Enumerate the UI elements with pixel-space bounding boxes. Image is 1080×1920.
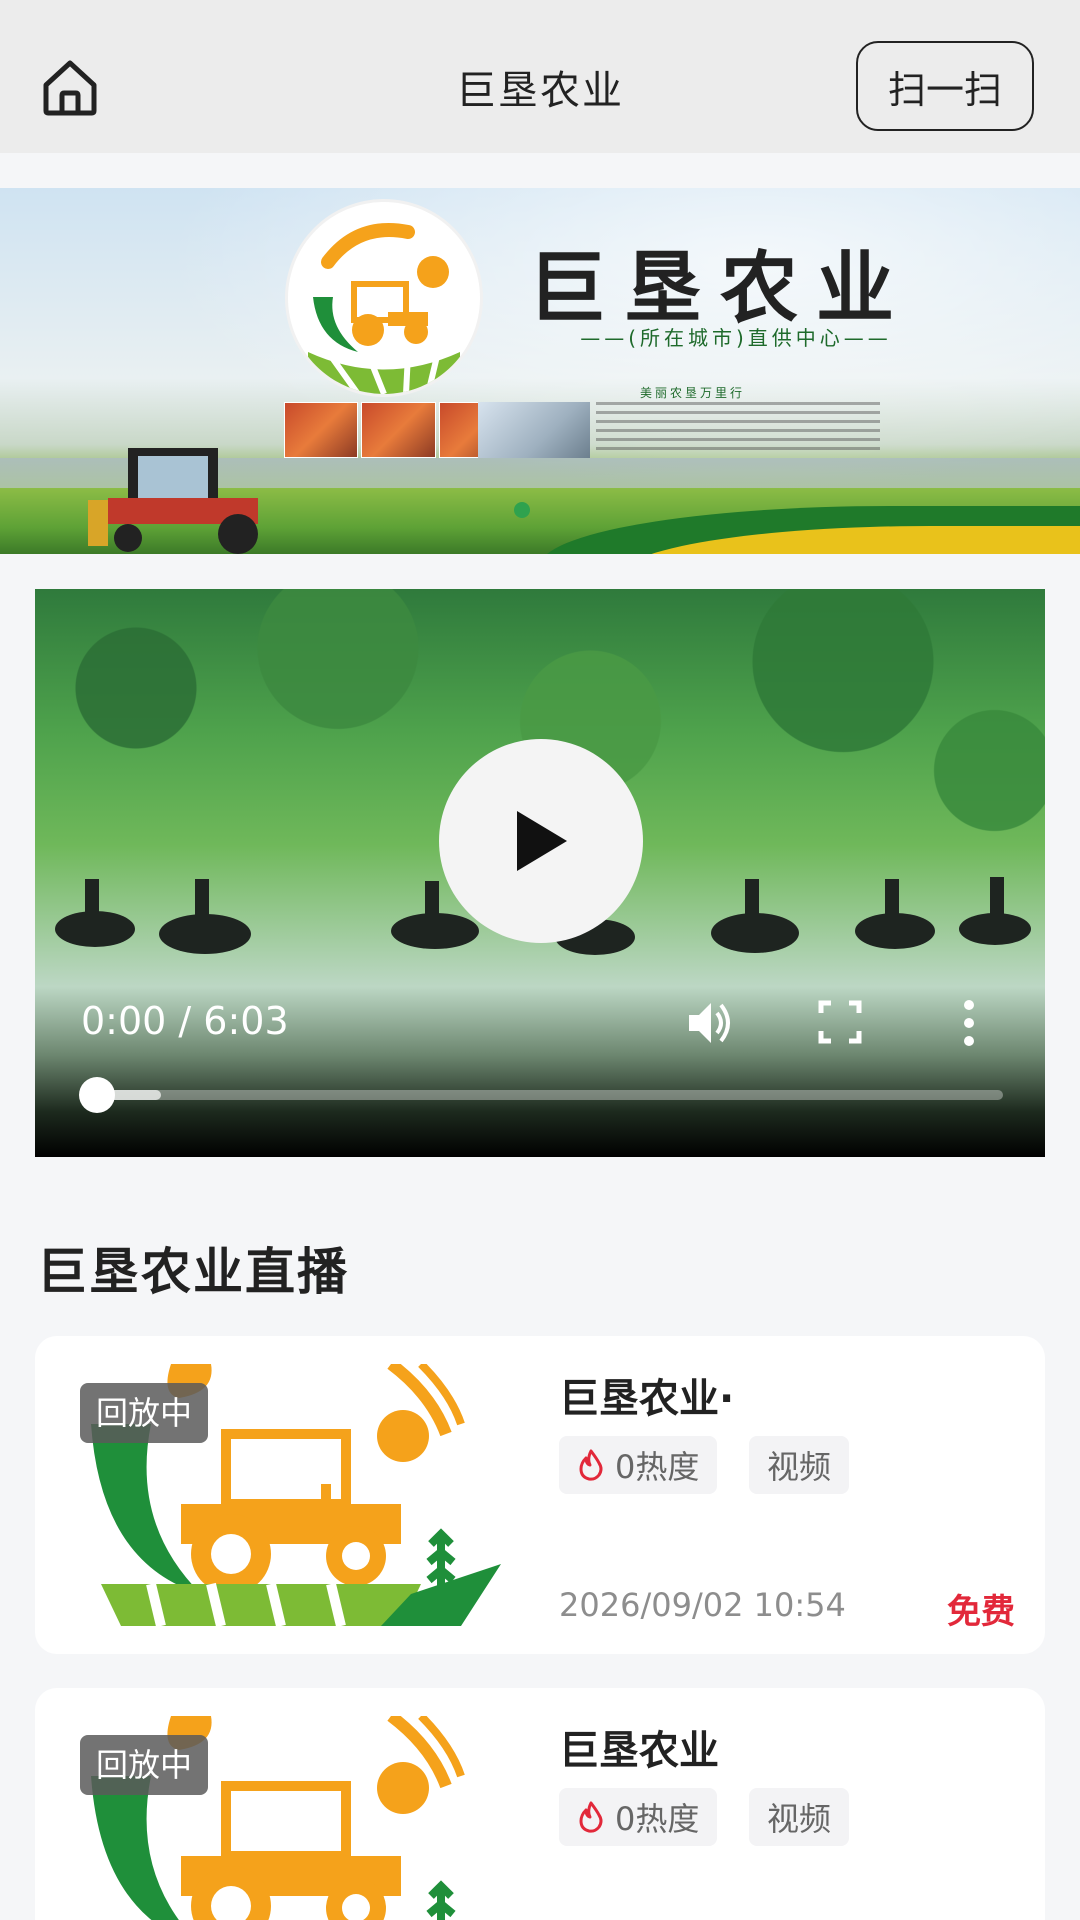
price-label: 免费 xyxy=(947,1592,1015,1632)
fullscreen-icon[interactable] xyxy=(817,999,863,1045)
heat-tag: 0热度 xyxy=(559,1788,718,1846)
banner-carousel[interactable]: 巨垦农业 ——(所在城市)直供中心—— 美丽农垦万里行 xyxy=(0,188,1080,554)
video-player[interactable]: 0:00 / 6:03 xyxy=(35,589,1045,1157)
fire-icon xyxy=(579,1801,603,1833)
status-badge: 回放中 xyxy=(80,1735,209,1795)
status-badge: 回放中 xyxy=(80,1383,209,1443)
item-title: 巨垦农业 xyxy=(559,1728,719,1774)
list-item[interactable]: 回放中 巨垦农业· 0热度 视频 2026/09/02 10:54 免费 xyxy=(35,1336,1045,1654)
banner-text-block xyxy=(596,402,880,456)
banner-mini-title: 美丽农垦万里行 xyxy=(640,386,746,400)
brand-logo xyxy=(288,202,480,394)
item-date: 2026/09/02 10:54 xyxy=(559,1586,846,1624)
top-bar: 巨垦农业 扫一扫 xyxy=(0,0,1080,153)
progress-handle[interactable] xyxy=(79,1077,115,1113)
tractor-image xyxy=(88,448,258,554)
section-title: 巨垦农业直播 xyxy=(37,1243,349,1301)
list-item[interactable]: 回放中 巨垦农业 0热度 视频 xyxy=(35,1688,1045,1920)
carousel-indicator[interactable] xyxy=(514,502,530,518)
type-tag: 视频 xyxy=(749,1788,850,1846)
fire-icon xyxy=(579,1449,603,1481)
heat-count: 0热度 xyxy=(615,1448,700,1486)
banner-subtitle: ——(所在城市)直供中心—— xyxy=(580,326,892,350)
more-icon[interactable] xyxy=(951,997,987,1049)
video-time: 0:00 / 6:03 xyxy=(81,999,289,1043)
volume-icon[interactable] xyxy=(683,997,735,1049)
progress-track[interactable] xyxy=(97,1090,1003,1100)
banner-photo xyxy=(478,402,590,458)
type-tag: 视频 xyxy=(749,1436,850,1494)
heat-count: 0热度 xyxy=(615,1800,700,1838)
play-button[interactable] xyxy=(439,739,643,943)
scan-button[interactable]: 扫一扫 xyxy=(856,41,1034,131)
heat-tag: 0热度 xyxy=(559,1436,718,1494)
play-icon xyxy=(517,811,567,871)
item-title: 巨垦农业· xyxy=(559,1376,735,1422)
